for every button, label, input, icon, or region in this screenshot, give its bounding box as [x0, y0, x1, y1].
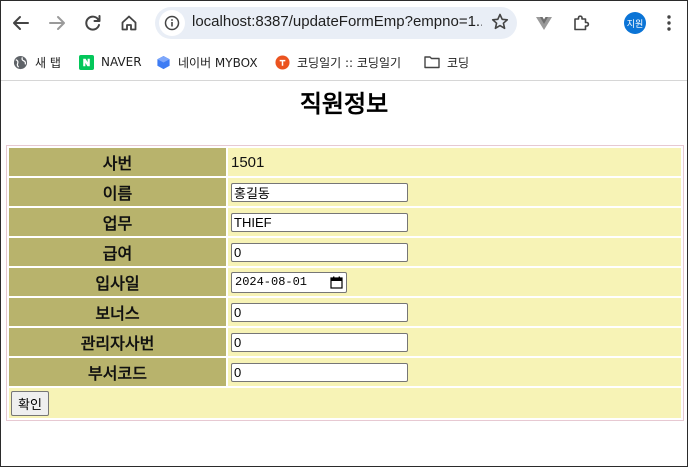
- field-label: 업무: [9, 208, 226, 236]
- empno-value: 1501: [228, 148, 681, 176]
- globe-icon: [12, 54, 28, 70]
- bookmark-folder-coding[interactable]: 코딩: [424, 53, 469, 71]
- page-title: 직원정보: [299, 89, 389, 118]
- forward-arrow-icon: [49, 16, 65, 30]
- field-label: 사번: [9, 148, 226, 176]
- bookmark-star-button[interactable]: [490, 12, 510, 36]
- employee-form-table: 사번 1501 이름 업무 급여: [6, 145, 684, 421]
- bookmark-label: 네이버 MYBOX: [178, 55, 258, 70]
- job-input[interactable]: [231, 212, 408, 232]
- forward-button[interactable]: [42, 8, 72, 38]
- field-label: 이름: [9, 178, 226, 206]
- bookmark-label: 새 탭: [35, 55, 61, 70]
- back-button[interactable]: [6, 8, 36, 38]
- name-input[interactable]: [231, 182, 408, 202]
- home-button[interactable]: [114, 8, 144, 38]
- bookmark-blog[interactable]: 코딩일기 :: 코딩일기: [274, 53, 401, 71]
- bonus-input[interactable]: [231, 302, 408, 322]
- field-label: 부서코드: [9, 358, 226, 386]
- field-label: 관리자사번: [9, 328, 226, 356]
- form-row-salary: 급여: [9, 238, 681, 266]
- bookmark-mybox[interactable]: 네이버 MYBOX: [155, 53, 258, 71]
- form-row-bonus: 보너스: [9, 298, 681, 326]
- site-info-button[interactable]: [159, 10, 185, 36]
- bookmark-label: 코딩: [447, 55, 470, 70]
- home-icon: [121, 15, 137, 31]
- calendar-icon[interactable]: [330, 276, 343, 289]
- reload-button[interactable]: [78, 8, 108, 38]
- form-row-submit: 확인: [9, 388, 681, 418]
- form-row-job: 업무: [9, 208, 681, 236]
- field-label: 보너스: [9, 298, 226, 326]
- extensions-button[interactable]: [566, 8, 596, 38]
- blog-icon: [274, 54, 290, 70]
- bookmark-label: NAVER: [101, 55, 142, 69]
- browser-toolbar: localhost:8387/updateFormEmp?empno=1... …: [1, 1, 687, 45]
- url-text[interactable]: localhost:8387/updateFormEmp?empno=1...: [192, 13, 482, 30]
- field-label: 급여: [9, 238, 226, 266]
- mybox-icon: [155, 54, 171, 70]
- reload-icon: [85, 15, 101, 31]
- puzzle-icon: [574, 15, 590, 31]
- back-arrow-icon: [13, 16, 29, 30]
- address-bar[interactable]: localhost:8387/updateFormEmp?empno=1...: [155, 7, 517, 39]
- more-vert-icon: [667, 15, 671, 31]
- info-icon: [164, 15, 180, 31]
- page-content: 직원정보 사번 1501 이름 업무: [1, 89, 687, 421]
- bookmark-naver[interactable]: NAVER: [78, 53, 142, 71]
- form-row-name: 이름: [9, 178, 681, 206]
- browser-window: localhost:8387/updateFormEmp?empno=1... …: [0, 0, 688, 467]
- profile-avatar[interactable]: 지원: [624, 12, 646, 34]
- field-label: 입사일: [9, 268, 226, 296]
- extension-vue-button[interactable]: [529, 8, 559, 38]
- hiredate-value: 2024-08-01: [235, 275, 308, 289]
- submit-button[interactable]: 확인: [11, 390, 49, 416]
- folder-icon: [424, 54, 440, 70]
- form-row-hiredate: 입사일 2024-08-01: [9, 268, 681, 296]
- dept-code-input[interactable]: [231, 362, 408, 382]
- bookmark-new-tab[interactable]: 새 탭: [12, 53, 61, 71]
- manager-empno-input[interactable]: [231, 332, 408, 352]
- salary-input[interactable]: [231, 242, 408, 262]
- form-row-manager: 관리자사번: [9, 328, 681, 356]
- bookmark-label: 코딩일기 :: 코딩일기: [297, 55, 402, 70]
- browser-menu-button[interactable]: [654, 8, 684, 38]
- naver-logo-icon: [78, 54, 94, 70]
- hiredate-input[interactable]: 2024-08-01: [231, 271, 347, 293]
- star-icon: [491, 13, 509, 30]
- form-row-dept: 부서코드: [9, 358, 681, 386]
- bookmarks-bar: 새 탭 NAVER 네이버 MYBOX 코딩일기:: 코딩일기 코딩: [1, 45, 687, 81]
- vue-devtools-icon: [536, 17, 552, 30]
- form-row-empno: 사번 1501: [9, 148, 681, 176]
